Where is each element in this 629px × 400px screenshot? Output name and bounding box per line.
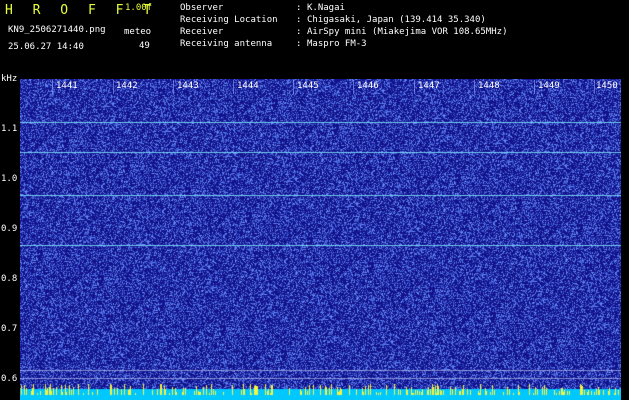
file-name: KN9_2506271440.png <box>8 25 106 35</box>
receiver-value: AirSpy mini (Miakejima VOR 108.65MHz) <box>307 27 508 37</box>
x-tick-1443: 1443 <box>177 81 199 91</box>
frequency-unit-label: kHz <box>1 74 18 84</box>
y-tick-0-9: 0.9 <box>1 224 18 234</box>
x-tick-1447: 1447 <box>418 81 440 91</box>
antenna-value: Maspro FM-3 <box>307 39 367 49</box>
hroft-spectrogram-window: H R O F F T 1.00f KN9_2506271440.png 25.… <box>0 0 629 400</box>
location-colon: : <box>296 15 302 25</box>
observer-colon: : <box>296 3 302 13</box>
capture-datetime: 25.06.27 14:40 <box>8 42 84 52</box>
antenna-colon: : <box>296 39 302 49</box>
minute-marker <box>534 80 535 94</box>
minute-marker <box>113 80 114 94</box>
x-tick-1449: 1449 <box>538 81 560 91</box>
x-tick-1450: 1450 <box>596 81 618 91</box>
x-tick-1445: 1445 <box>297 81 319 91</box>
y-tick-1-1: 1.1 <box>1 124 18 134</box>
observer-value: K.Nagai <box>307 3 345 13</box>
minute-marker <box>293 80 294 94</box>
meteor-count: 49 <box>139 41 150 51</box>
app-version: 1.00f <box>125 3 153 13</box>
minute-marker <box>414 80 415 94</box>
y-tick-0-7: 0.7 <box>1 324 18 334</box>
location-label: Receiving Location <box>180 15 278 25</box>
minute-marker <box>594 80 595 94</box>
meteor-label: meteo <box>124 27 152 37</box>
minute-marker <box>173 80 174 94</box>
minute-marker <box>233 80 234 94</box>
spectrogram-canvas <box>20 79 621 400</box>
y-tick-1-0: 1.0 <box>1 174 18 184</box>
minute-marker <box>52 80 53 94</box>
location-value: Chigasaki, Japan (139.414 35.340) <box>307 15 486 25</box>
x-tick-1448: 1448 <box>478 81 500 91</box>
receiver-colon: : <box>296 27 302 37</box>
x-tick-1442: 1442 <box>116 81 138 91</box>
receiver-label: Receiver <box>180 27 224 37</box>
observer-label: Observer <box>180 3 224 13</box>
x-tick-1444: 1444 <box>237 81 259 91</box>
x-tick-1441: 1441 <box>56 81 78 91</box>
minute-marker <box>474 80 475 94</box>
spectrogram-plot[interactable] <box>20 79 621 400</box>
y-tick-0-8: 0.8 <box>1 274 18 284</box>
y-tick-0-6: 0.6 <box>1 374 18 384</box>
minute-marker <box>353 80 354 94</box>
x-tick-1446: 1446 <box>357 81 379 91</box>
antenna-label: Receiving antenna <box>180 39 273 49</box>
